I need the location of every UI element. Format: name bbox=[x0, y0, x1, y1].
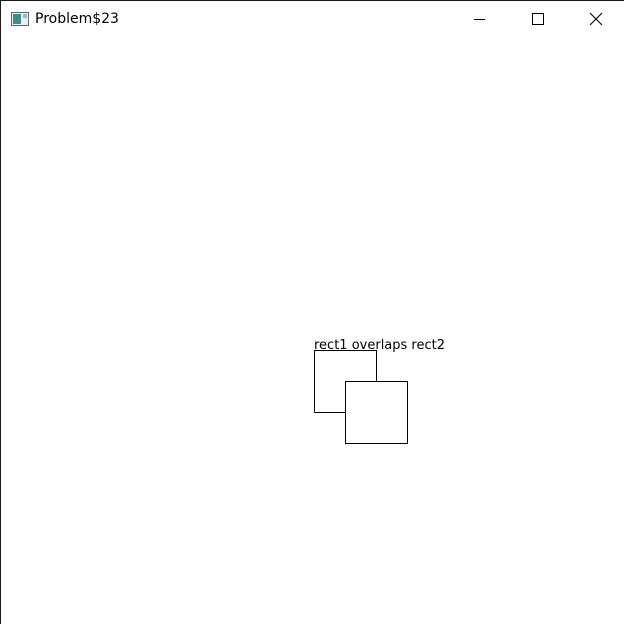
title-bar[interactable]: Problem$23 bbox=[1, 1, 624, 37]
drawing-canvas: rect1 overlaps rect2 bbox=[1, 37, 624, 624]
canvas-drawing bbox=[314, 350, 408, 444]
window-title: Problem$23 bbox=[35, 11, 119, 27]
overlap-status-text: rect1 overlaps rect2 bbox=[314, 338, 446, 353]
close-button[interactable] bbox=[566, 1, 624, 37]
rect2 bbox=[345, 381, 408, 444]
minimize-button[interactable] bbox=[450, 1, 508, 37]
app-window: Problem$23 rect1 overlaps rect2 bbox=[0, 0, 624, 624]
java-app-icon bbox=[11, 12, 29, 26]
maximize-button[interactable] bbox=[508, 1, 566, 37]
